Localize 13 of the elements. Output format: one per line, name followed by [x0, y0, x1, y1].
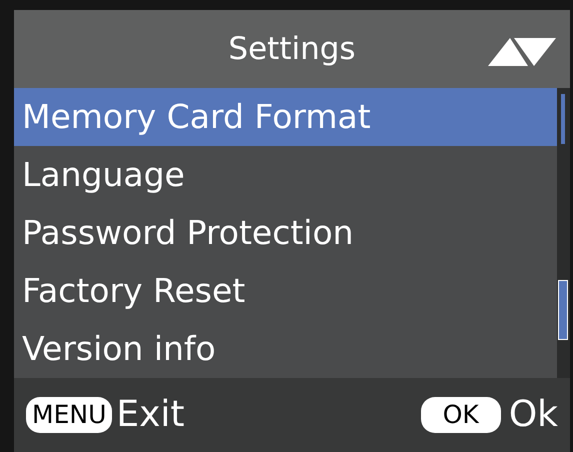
menu-item[interactable]: Memory Card Format — [14, 88, 557, 146]
menu-item[interactable]: Version info — [14, 320, 557, 378]
scrollbar-thumb[interactable] — [558, 280, 568, 340]
up-down-triangles-icon — [488, 38, 556, 66]
ok-label: Ok — [508, 397, 558, 433]
screen-title: Settings — [228, 30, 356, 69]
menu-key[interactable]: MENU — [26, 396, 112, 434]
ok-key[interactable]: OK — [420, 396, 501, 434]
scrollbar-marker — [561, 94, 565, 144]
exit-label: Exit — [116, 397, 185, 433]
menu-item[interactable]: Password Protection — [14, 204, 557, 262]
menu-item[interactable]: Factory Reset — [14, 262, 557, 320]
menu-item[interactable]: Language — [14, 146, 557, 204]
